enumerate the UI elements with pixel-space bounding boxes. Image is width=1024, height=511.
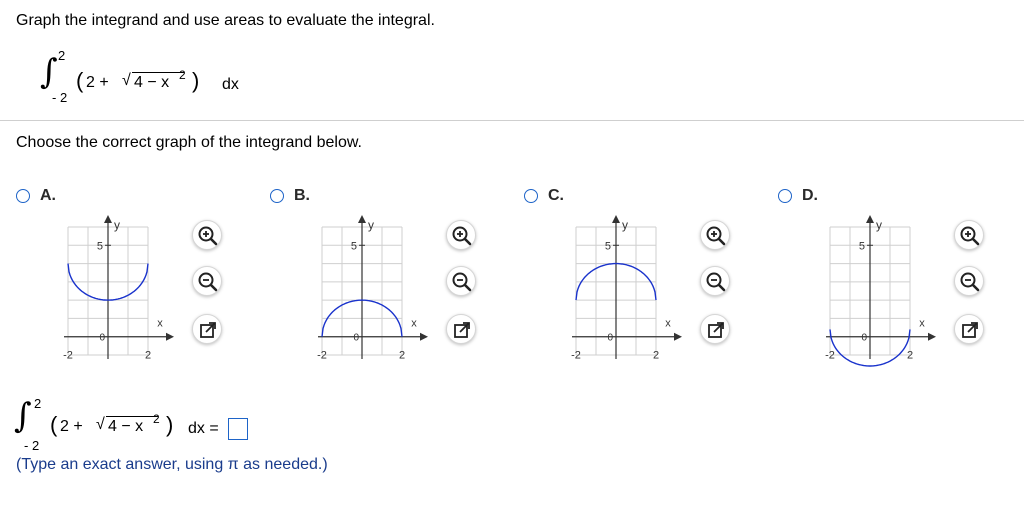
x-axis-label: x — [665, 318, 671, 330]
pop-out-icon — [708, 322, 724, 338]
option-radio[interactable] — [270, 189, 284, 203]
constant-term: 2 + — [86, 74, 109, 91]
x-axis-arrow — [928, 332, 936, 341]
x-axis-arrow — [420, 332, 428, 341]
zoom-in-button[interactable] — [192, 220, 222, 250]
zoom-out-icon — [960, 272, 980, 292]
zoom-out-button[interactable] — [954, 266, 984, 296]
option-label: A. — [40, 187, 56, 204]
x-tick-right-label: 2 — [907, 350, 913, 362]
radicand: 4 − x — [134, 74, 170, 91]
zoom-out-icon — [452, 272, 472, 292]
radical-symbol: √ — [96, 416, 105, 433]
open-paren: ( — [50, 412, 58, 437]
y-tick-label: 5 — [859, 240, 865, 252]
lower-limit: - 2 — [52, 90, 68, 105]
option-graph: y 5 x 0 -2 2 — [824, 215, 944, 375]
answer-equals: dx = — [188, 420, 219, 437]
y-tick-label: 5 — [351, 240, 357, 252]
zoom-out-icon — [706, 272, 726, 292]
radical-bar — [106, 416, 158, 417]
y-axis-arrow — [866, 215, 874, 223]
origin-label: 0 — [353, 333, 359, 344]
x-tick-left-label: -2 — [63, 350, 73, 362]
radical-bar — [132, 72, 184, 73]
y-axis-arrow — [104, 215, 112, 223]
zoom-out-button[interactable] — [192, 266, 222, 296]
exponent: 2 — [179, 68, 186, 82]
x-tick-right-label: 2 — [399, 350, 405, 362]
answer-note: (Type an exact answer, using π as needed… — [16, 456, 328, 473]
y-tick-label: 5 — [605, 240, 611, 252]
dx-label: dx — [222, 76, 239, 93]
option-radio[interactable] — [778, 189, 792, 203]
integral-sign: ∫ — [14, 396, 32, 436]
lower-limit: - 2 — [24, 438, 40, 453]
option-label: D. — [802, 187, 818, 204]
y-axis-label: y — [876, 218, 882, 232]
origin-label: 0 — [99, 333, 105, 344]
pop-out-icon — [200, 322, 216, 338]
zoom-out-button[interactable] — [700, 266, 730, 296]
y-axis-arrow — [358, 215, 366, 223]
x-axis-label: x — [411, 318, 417, 330]
choose-instruction: Choose the correct graph of the integran… — [16, 134, 362, 151]
x-tick-left-label: -2 — [317, 350, 327, 362]
zoom-in-icon — [198, 226, 218, 246]
x-axis-arrow — [166, 332, 174, 341]
radical-symbol: √ — [122, 72, 131, 89]
option-label: B. — [294, 187, 310, 204]
y-axis-label: y — [368, 218, 374, 232]
y-axis-label: y — [114, 218, 120, 232]
option-radio[interactable] — [16, 189, 30, 203]
pop-out-button[interactable] — [446, 314, 476, 344]
integral-sign: ∫ — [40, 52, 58, 92]
zoom-in-button[interactable] — [446, 220, 476, 250]
origin-label: 0 — [607, 333, 613, 344]
zoom-out-button[interactable] — [446, 266, 476, 296]
radicand: 4 − x — [108, 418, 144, 435]
pop-out-icon — [962, 322, 978, 338]
y-axis-arrow — [612, 215, 620, 223]
open-paren: ( — [76, 68, 84, 93]
pop-out-button[interactable] — [954, 314, 984, 344]
answer-input[interactable] — [228, 418, 248, 440]
option-graph: y 5 x 0 -2 2 — [570, 215, 690, 375]
zoom-in-button[interactable] — [954, 220, 984, 250]
upper-limit: 2 — [34, 396, 42, 411]
origin-label: 0 — [861, 333, 867, 344]
x-axis-arrow — [674, 332, 682, 341]
integral-expression: ∫ 2 - 2 ( 2 + √ 4 − x 2 ) dx — [40, 48, 300, 112]
question-prompt: Graph the integrand and use areas to eva… — [16, 12, 435, 29]
pop-out-icon — [454, 322, 470, 338]
x-tick-right-label: 2 — [145, 350, 151, 362]
option-graph: y 5 x 0 -2 2 — [316, 215, 436, 375]
close-paren: ) — [166, 412, 174, 437]
pop-out-button[interactable] — [192, 314, 222, 344]
zoom-in-button[interactable] — [700, 220, 730, 250]
section-divider — [0, 120, 1024, 121]
x-tick-left-label: -2 — [571, 350, 581, 362]
x-tick-left-label: -2 — [825, 350, 835, 362]
y-tick-label: 5 — [97, 240, 103, 252]
zoom-in-icon — [960, 226, 980, 246]
zoom-in-icon — [452, 226, 472, 246]
close-paren: ) — [192, 68, 200, 93]
upper-limit: 2 — [58, 48, 66, 63]
pop-out-button[interactable] — [700, 314, 730, 344]
exponent: 2 — [153, 412, 160, 426]
constant-term: 2 + — [60, 418, 83, 435]
x-axis-label: x — [919, 318, 925, 330]
x-tick-right-label: 2 — [653, 350, 659, 362]
option-label: C. — [548, 187, 564, 204]
x-axis-label: x — [157, 318, 163, 330]
y-axis-label: y — [622, 218, 628, 232]
zoom-in-icon — [706, 226, 726, 246]
option-graph: y 5 x 0 -2 2 — [62, 215, 182, 375]
zoom-out-icon — [198, 272, 218, 292]
option-radio[interactable] — [524, 189, 538, 203]
